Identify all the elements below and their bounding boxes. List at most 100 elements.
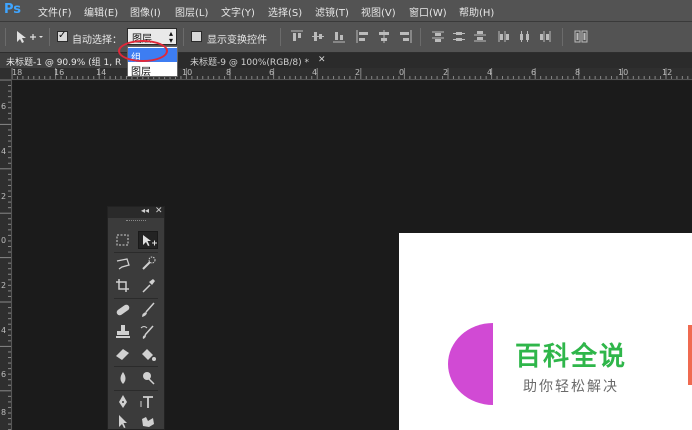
type-tool-icon[interactable] <box>138 393 158 411</box>
close-icon[interactable]: ✕ <box>318 55 326 65</box>
orange-shape <box>688 325 692 385</box>
ruler-label: 0 <box>1 236 7 245</box>
tool-preset-picker[interactable] <box>14 29 44 45</box>
custom-shape-icon[interactable] <box>138 413 158 430</box>
clone-stamp-icon[interactable] <box>113 323 133 341</box>
separator <box>562 28 563 46</box>
blur-icon[interactable] <box>113 369 133 387</box>
tools-panel-header[interactable]: ◂◂ ✕ <box>108 206 164 218</box>
healing-brush-icon[interactable] <box>113 301 133 319</box>
menu-type[interactable]: 文字(Y) <box>221 4 255 19</box>
vertical-ruler[interactable]: 6 4 2 0 2 4 6 8 <box>0 80 12 430</box>
horizontal-ruler[interactable]: 18 16 14 12 10 8 6 4 2 0 2 4 6 8 10 12 <box>12 68 692 80</box>
menu-window[interactable]: 窗口(W) <box>409 4 447 19</box>
pen-icon[interactable] <box>113 393 133 411</box>
separator <box>420 28 421 46</box>
auto-select-checkbox[interactable] <box>57 30 68 42</box>
align-bottom-icon[interactable] <box>332 30 346 43</box>
ruler-label: 4 <box>312 68 318 77</box>
auto-align-layers-icon[interactable] <box>574 30 588 43</box>
tab-document-9[interactable]: 未标题-9 @ 100%(RGB/8) * <box>184 53 334 68</box>
tab-title: 未标题-9 @ 100%(RGB/8) * <box>190 58 309 68</box>
ruler-label: 6 <box>1 102 7 111</box>
menu-select[interactable]: 选择(S) <box>268 4 302 19</box>
crop-icon[interactable] <box>113 277 133 295</box>
menu-view[interactable]: 视图(V) <box>361 4 396 19</box>
ruler-ticks <box>12 68 689 79</box>
tool-divider <box>114 298 158 299</box>
menu-bar: Ps 文件(F) 编辑(E) 图像(I) 图层(L) 文字(Y) 选择(S) 滤… <box>0 0 692 22</box>
tool-divider <box>114 252 158 253</box>
dropdown-option-layer[interactable]: 图层 <box>128 62 177 78</box>
watermark-subtitle: 助你轻松解决 <box>523 379 619 395</box>
align-vcenter-icon[interactable] <box>311 30 325 43</box>
ruler-label: 8 <box>1 408 7 417</box>
double-chevron-left-icon[interactable]: ◂◂ <box>141 206 149 215</box>
eyedropper-icon[interactable] <box>138 277 158 295</box>
document-canvas[interactable]: 百科全说 助你轻松解决 <box>399 233 692 430</box>
ruler-label: 2 <box>355 68 361 77</box>
distribute-hcenter-icon[interactable] <box>518 30 532 43</box>
ruler-label: 8 <box>226 68 232 77</box>
separator <box>280 28 281 46</box>
distribute-top-icon[interactable] <box>431 30 445 43</box>
ruler-label: 4 <box>1 147 7 156</box>
updown-arrow-icon: ▴ ▾ <box>168 29 173 45</box>
history-brush-icon[interactable] <box>138 323 158 341</box>
tool-divider <box>114 366 158 367</box>
ruler-label: 2 <box>1 192 7 201</box>
move-tool-icon[interactable] <box>138 231 158 249</box>
ruler-label: 4 <box>487 68 493 77</box>
ruler-label: 16 <box>54 68 65 77</box>
paint-bucket-icon[interactable] <box>138 345 158 363</box>
align-top-icon[interactable] <box>290 30 304 43</box>
options-grip <box>5 28 6 46</box>
distribute-right-icon[interactable] <box>539 30 553 43</box>
lasso-icon[interactable] <box>113 255 133 273</box>
align-right-icon[interactable] <box>398 30 412 43</box>
brush-icon[interactable] <box>138 301 158 319</box>
ruler-label: 12 <box>662 68 673 77</box>
panel-grip[interactable] <box>126 220 146 223</box>
separator <box>183 28 184 46</box>
distribute-left-icon[interactable] <box>497 30 511 43</box>
ruler-label: 2 <box>1 281 7 290</box>
path-select-icon[interactable] <box>113 413 133 430</box>
align-hcenter-icon[interactable] <box>377 30 391 43</box>
distribute-vcenter-icon[interactable] <box>452 30 466 43</box>
auto-select-label: 自动选择： <box>72 35 122 46</box>
dodge-icon[interactable] <box>138 369 158 387</box>
menu-layer[interactable]: 图层(L) <box>175 4 208 19</box>
document-tab-bar: 未标题-1 @ 90.9% (组 1, R 未标题-9 @ 100%(RGB/8… <box>0 53 692 68</box>
options-bar: 自动选择： 图层 ▴▾ 显示变换控件 <box>0 22 692 53</box>
ruler-label: 8 <box>575 68 581 77</box>
ruler-origin[interactable] <box>0 68 12 80</box>
ruler-label: 6 <box>531 68 537 77</box>
rect-marquee-icon[interactable] <box>113 231 133 249</box>
close-icon[interactable]: ✕ <box>155 206 163 216</box>
ruler-label: 18 <box>12 68 23 77</box>
ruler-label: 14 <box>96 68 107 77</box>
distribute-bottom-icon[interactable] <box>473 30 487 43</box>
menu-filter[interactable]: 滤镜(T) <box>315 4 349 19</box>
show-transform-label: 显示变换控件 <box>207 35 267 46</box>
ruler-label: 6 <box>1 370 7 379</box>
align-left-icon[interactable] <box>356 30 370 43</box>
ruler-label: 4 <box>1 326 7 335</box>
menu-help[interactable]: 帮助(H) <box>459 4 494 19</box>
photoshop-logo: Ps <box>4 2 22 17</box>
menu-edit[interactable]: 编辑(E) <box>84 4 118 19</box>
ruler-label: 10 <box>182 68 193 77</box>
tools-panel: ◂◂ ✕ <box>107 206 165 430</box>
watermark-title: 百科全说 <box>515 342 628 372</box>
ruler-label: 0 <box>399 68 405 77</box>
show-transform-checkbox[interactable] <box>191 31 202 42</box>
menu-file[interactable]: 文件(F) <box>38 4 72 19</box>
ruler-label: 2 <box>443 68 449 77</box>
quick-select-icon[interactable] <box>138 255 158 273</box>
eraser-icon[interactable] <box>113 345 133 363</box>
tool-divider <box>114 390 158 391</box>
annotation-circle <box>118 40 168 62</box>
ruler-label: 10 <box>618 68 629 77</box>
menu-image[interactable]: 图像(I) <box>130 4 161 19</box>
